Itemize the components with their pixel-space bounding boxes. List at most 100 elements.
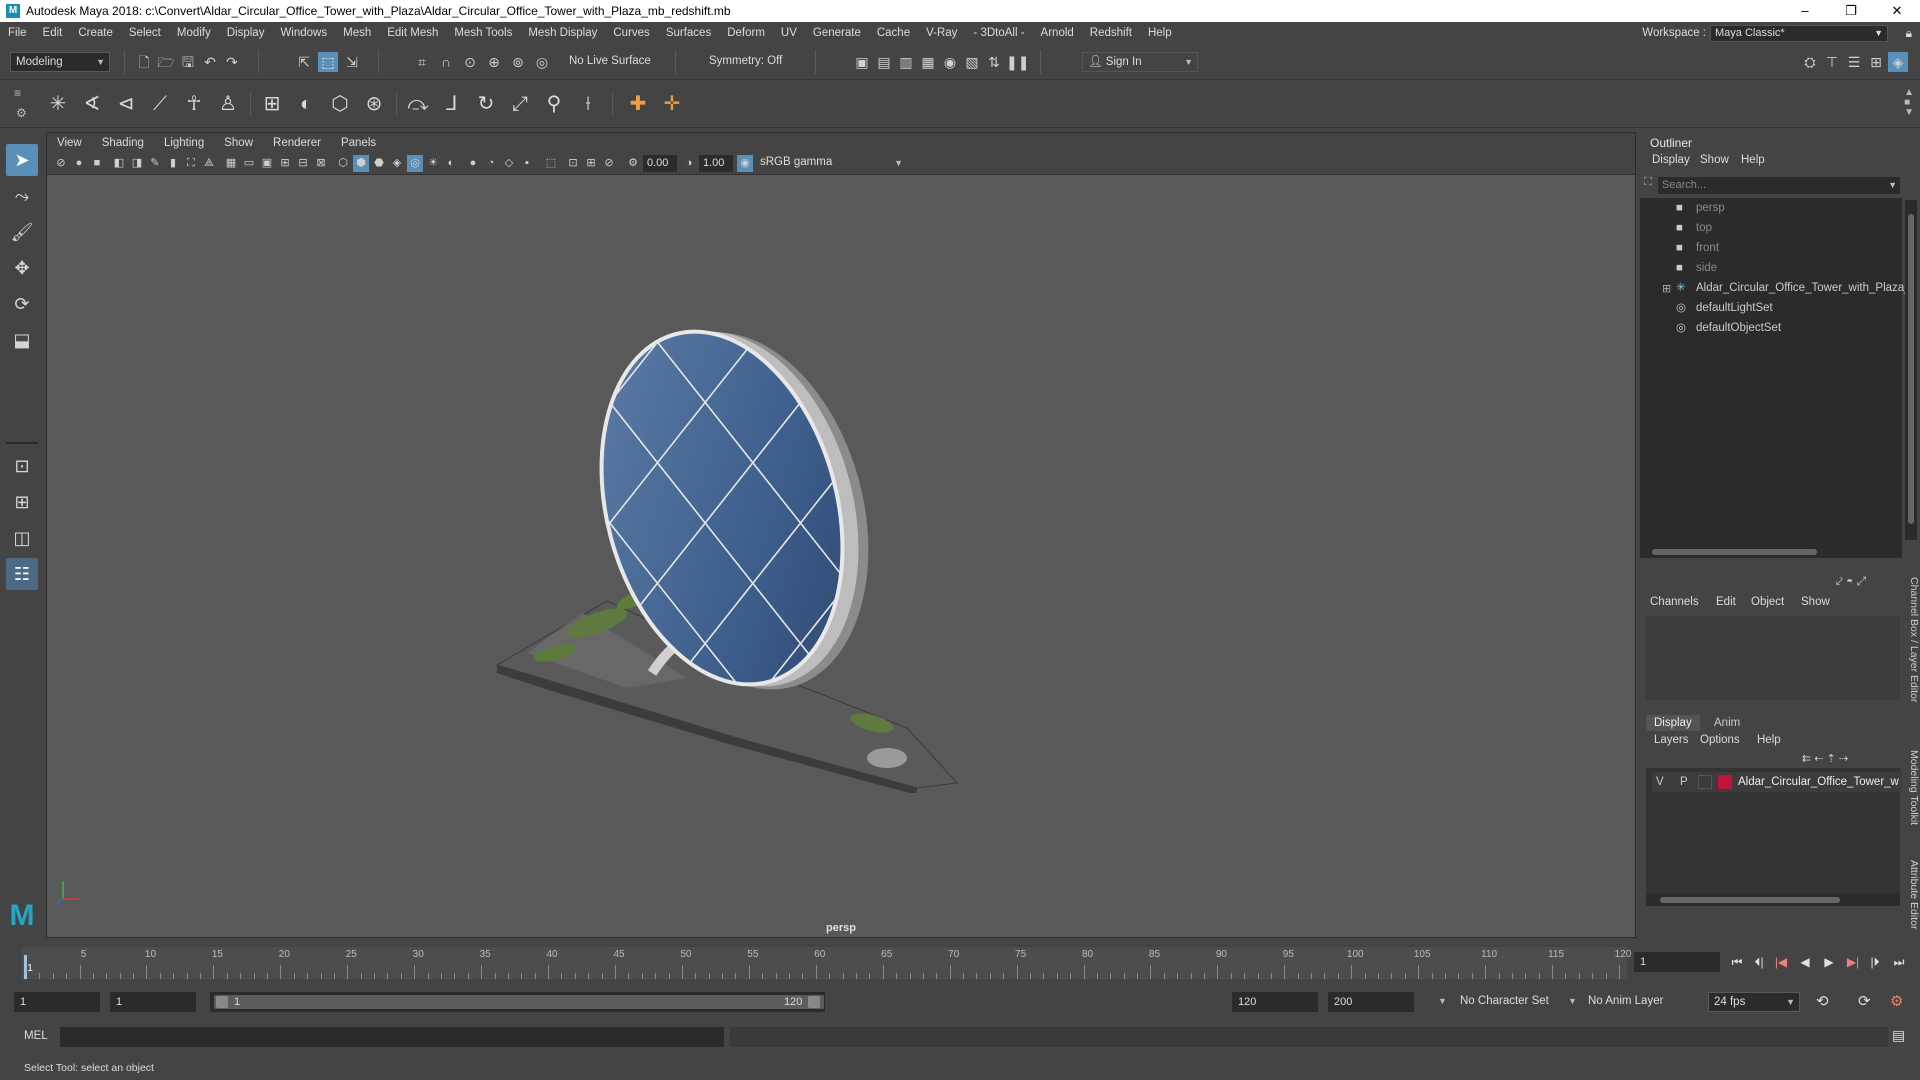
locator-constraint-icon[interactable]: ✛ xyxy=(658,90,686,118)
building-model[interactable] xyxy=(487,283,1007,793)
menu-uv[interactable]: UV xyxy=(773,27,805,39)
menu-mesh[interactable]: Mesh xyxy=(335,27,379,39)
anti-aliasing-icon[interactable]: ◔ xyxy=(483,155,499,172)
lights-cube-icon[interactable]: ◈ xyxy=(389,155,405,172)
range-slider-track[interactable] xyxy=(214,995,824,1009)
exposure-field[interactable]: 0.00 xyxy=(643,155,677,172)
scale-constraint-icon[interactable]: ⤢ xyxy=(506,90,534,118)
playback-start-field[interactable]: 1 xyxy=(110,992,196,1012)
outliner-item-tower-group[interactable]: ✳ Aldar_Circular_Office_Tower_with_Plaza_ xyxy=(1676,278,1911,298)
resolution-gate-icon[interactable]: ⟁ xyxy=(201,155,217,172)
outliner-item-front[interactable]: ■ front xyxy=(1676,238,1719,258)
film-gate-icon[interactable]: ⛶ xyxy=(183,155,199,172)
new-scene-icon[interactable]: 🗋 xyxy=(134,52,154,72)
loop-icon[interactable]: ⟲ xyxy=(1816,992,1829,1010)
camera-attributes-icon[interactable]: ● xyxy=(71,155,87,172)
outliner-item-persp[interactable]: ■ persp xyxy=(1676,198,1725,218)
use-all-lights-icon[interactable]: ⊟ xyxy=(295,155,311,172)
menu-curves[interactable]: Curves xyxy=(605,27,657,39)
layer-color-swatch[interactable] xyxy=(1718,775,1732,789)
current-frame-field[interactable]: 1 xyxy=(1634,952,1720,972)
lasso-tool-icon[interactable]: ⤳ xyxy=(6,180,38,212)
sign-in-button[interactable]: 👤︎ Sign In ▼ xyxy=(1082,52,1198,72)
select-hierarchy-icon[interactable]: ⇱ xyxy=(294,52,314,72)
viewport-panel[interactable]: View Shading Lighting Show Renderer Pane… xyxy=(46,132,1636,938)
select-component-icon[interactable]: ⇲ xyxy=(342,52,362,72)
menu-deform[interactable]: Deform xyxy=(719,27,773,39)
tool-settings-icon[interactable]: ☰ xyxy=(1844,52,1864,72)
render-frame-icon[interactable]: ▣ xyxy=(852,52,872,72)
menu-3dtoall[interactable]: - 3DtoAll - xyxy=(965,27,1032,39)
outliner-menu-help[interactable]: Help xyxy=(1741,154,1765,166)
character-icon[interactable]: ♙ xyxy=(214,90,242,118)
menu-modify[interactable]: Modify xyxy=(169,27,219,39)
anim-layer-dropdown[interactable]: No Anim Layer xyxy=(1588,995,1663,1007)
parent-constraint-icon[interactable]: ⤼ xyxy=(404,90,432,118)
xray-joints-icon[interactable]: ⬚ xyxy=(543,155,559,172)
image-plane-icon[interactable]: ◧ xyxy=(111,155,127,172)
wireframe-on-shaded-icon[interactable]: ▣ xyxy=(259,155,275,172)
pole-vector-icon[interactable]: ⟊ xyxy=(574,90,602,118)
outliner-item-default-object-set[interactable]: ◎ defaultObjectSet xyxy=(1676,318,1781,338)
scroll-thumb[interactable] xyxy=(1652,549,1817,555)
layer-visibility-toggle[interactable]: V xyxy=(1656,772,1664,792)
outliner-item-top[interactable]: ■ top xyxy=(1676,218,1712,238)
maximize-button[interactable]: ❐ xyxy=(1828,0,1874,22)
menu-create[interactable]: Create xyxy=(70,27,121,39)
command-input[interactable] xyxy=(60,1027,724,1047)
step-forward-key-icon[interactable]: |⏵ xyxy=(1866,953,1884,971)
shaded-cube-icon[interactable]: ⬢ xyxy=(353,155,369,172)
wrap-deformer-icon[interactable]: ⬡ xyxy=(326,90,354,118)
range-start-handle[interactable] xyxy=(216,996,228,1008)
layer-type-toggle[interactable] xyxy=(1698,775,1712,789)
outliner-item-side[interactable]: ■ side xyxy=(1676,258,1717,278)
menu-display[interactable]: Display xyxy=(219,27,273,39)
snap-grid-icon[interactable]: ⌗ xyxy=(412,52,432,72)
outliner-menu-show[interactable]: Show xyxy=(1700,154,1729,166)
bind-skin-icon[interactable]: ⟋ xyxy=(146,90,174,118)
outliner-layout-icon[interactable]: ☷ xyxy=(6,558,38,590)
channel-box-tool-icons[interactable]: ⤦ ◓ ⤢ xyxy=(1836,574,1866,589)
color-management-icon[interactable]: ◉ xyxy=(737,155,753,172)
side-tab-attribute-editor[interactable]: Attribute Editor xyxy=(1905,850,1920,940)
xray-icon[interactable]: ◎ xyxy=(407,155,423,172)
chevron-down-icon[interactable]: ▼ xyxy=(1568,996,1577,1006)
shadows-icon[interactable]: ⊠ xyxy=(313,155,329,172)
menu-vray[interactable]: V-Ray xyxy=(918,27,965,39)
filter-icon[interactable]: ⛶ xyxy=(1644,176,1656,192)
channel-menu-edit[interactable]: Edit xyxy=(1716,596,1736,608)
select-camera-icon[interactable]: ⊘ xyxy=(53,155,69,172)
cube-icon[interactable]: ⬡ xyxy=(335,155,351,172)
layer-playback-toggle[interactable]: P xyxy=(1680,772,1688,792)
menu-surfaces[interactable]: Surfaces xyxy=(658,27,719,39)
rotate-tool-icon[interactable]: ⟳ xyxy=(6,288,38,320)
grid-icon[interactable]: ▮ xyxy=(165,155,181,172)
sculpt-deformer-icon[interactable]: ◐ xyxy=(292,90,320,118)
snap-point-icon[interactable]: ⊙ xyxy=(460,52,480,72)
exposure-icon[interactable]: ⚙ xyxy=(625,155,641,172)
hypershade-icon[interactable]: ◉ xyxy=(940,52,960,72)
playback-end-field[interactable]: 120 xyxy=(1232,992,1318,1012)
tab-anim[interactable]: Anim xyxy=(1706,715,1748,731)
layer-horizontal-scrollbar[interactable] xyxy=(1646,894,1900,906)
character-set-dropdown[interactable]: No Character Set xyxy=(1460,995,1549,1007)
outliner-vertical-scrollbar[interactable] xyxy=(1905,200,1917,540)
snap-projected-icon[interactable]: ◎ xyxy=(532,52,552,72)
render-view-icon[interactable]: ▧ xyxy=(962,52,982,72)
single-perspective-layout-icon[interactable]: ⊡ xyxy=(6,450,38,482)
step-forward-frame-icon[interactable]: ▶| xyxy=(1844,953,1862,971)
lock-icon[interactable]: 🔒︎ xyxy=(1906,26,1912,41)
grease-pencil-icon[interactable]: ✎ xyxy=(147,155,163,172)
layer-row[interactable]: V P Aldar_Circular_Office_Tower_w xyxy=(1652,772,1902,792)
go-to-end-icon[interactable]: ⏭ xyxy=(1890,953,1908,971)
timeline-ruler[interactable]: 1 5 10 15 20 25 30 35 40 45 50 55 60 65 70 75 80 85 90 95 10… xyxy=(22,947,1631,979)
lattice-icon[interactable]: ⊞ xyxy=(258,90,286,118)
current-time-indicator[interactable] xyxy=(24,955,27,979)
step-back-key-icon[interactable]: ⏴| xyxy=(1750,953,1768,971)
layer-tool-icons[interactable]: ⇇ ⇠ ⇡ ⇢ xyxy=(1802,752,1848,765)
menu-edit-mesh[interactable]: Edit Mesh xyxy=(379,27,446,39)
outliner-search-input[interactable]: Search... ▼ xyxy=(1658,177,1900,194)
shelf-settings-icon[interactable]: ⚙ xyxy=(16,106,27,120)
depth-of-field-icon[interactable]: ◇ xyxy=(501,155,517,172)
time-slider[interactable]: 1 5 10 15 20 25 30 35 40 45 50 55 60 65 70 75 80 85 90 95 10… xyxy=(0,945,1920,983)
